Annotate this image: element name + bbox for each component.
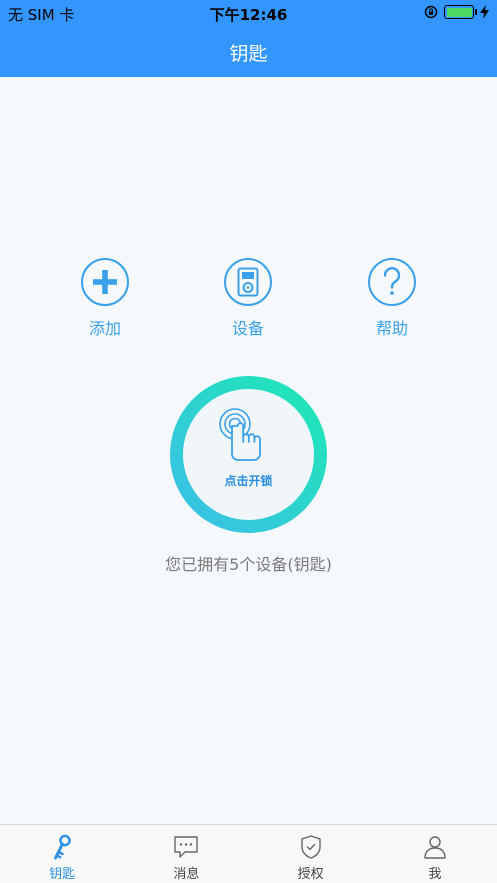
status-bar: 无 SIM 卡 下午12:46 — [0, 0, 497, 27]
unlock-button[interactable]: 点击开锁 — [170, 376, 327, 533]
tab-keys-label: 钥匙 — [49, 867, 76, 882]
help-button[interactable]: 帮助 — [342, 258, 442, 339]
plus-icon — [93, 270, 117, 294]
user-icon — [424, 836, 446, 859]
battery-icon — [444, 5, 477, 19]
add-label: 添加 — [88, 319, 121, 338]
clock: 下午12:46 — [209, 6, 288, 24]
unlock-label: 点击开锁 — [224, 474, 273, 488]
tab-messages[interactable]: 消息 — [124, 825, 248, 883]
finger-tap-icon — [219, 408, 261, 461]
devices-label: 设备 — [231, 319, 264, 338]
tab-messages-label: 消息 — [173, 867, 200, 882]
tab-authorize[interactable]: 授权 — [249, 825, 373, 883]
tab-me[interactable]: 我 — [373, 825, 497, 883]
nav-bar: 钥匙 — [0, 27, 497, 77]
tab-bar: 钥匙 消息 授权 我 — [0, 824, 497, 883]
charging-icon — [480, 5, 489, 19]
page-title: 钥匙 — [229, 43, 268, 65]
message-icon — [174, 836, 199, 858]
tab-me-label: 我 — [428, 867, 442, 882]
add-button[interactable]: 添加 — [55, 258, 155, 339]
tab-authorize-label: 授权 — [297, 867, 324, 882]
question-icon — [383, 267, 401, 295]
quick-actions: 添加 设备 帮助 — [0, 258, 497, 338]
orientation-lock-icon — [424, 5, 438, 19]
device-count-text: 您已拥有5个设备(钥匙) — [165, 555, 332, 574]
shield-check-icon — [300, 835, 321, 859]
device-icon — [237, 267, 259, 297]
devices-button[interactable]: 设备 — [198, 258, 298, 339]
tab-keys[interactable]: 钥匙 — [0, 825, 124, 883]
key-icon — [54, 834, 71, 860]
status-indicators — [424, 5, 489, 19]
help-label: 帮助 — [375, 319, 408, 338]
